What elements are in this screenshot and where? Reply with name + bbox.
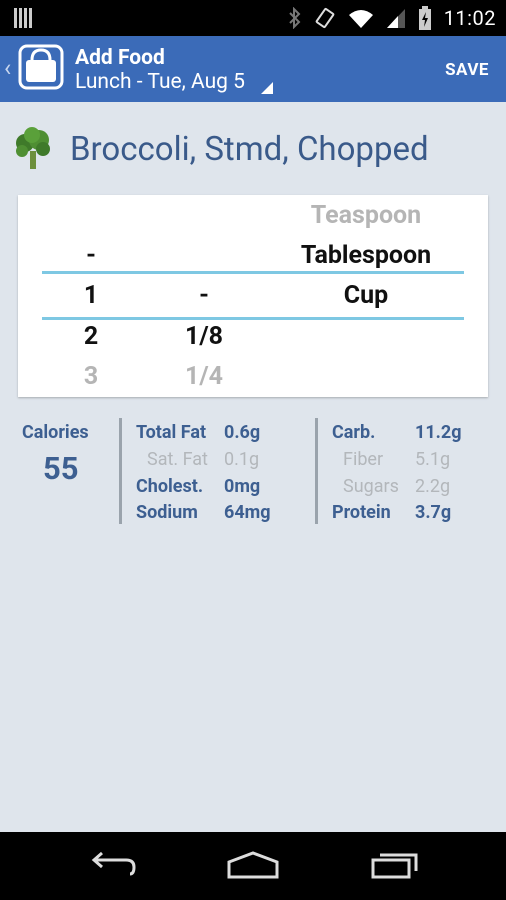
whole-number-option[interactable]: 3 <box>66 362 116 391</box>
whole-number-selected[interactable]: 1 <box>66 281 116 310</box>
column-divider <box>119 418 122 524</box>
wifi-icon <box>348 10 373 28</box>
status-bar: 11:02 <box>0 0 506 36</box>
total-fat-label: Total Fat <box>136 422 207 443</box>
fraction-selected[interactable]: - <box>174 281 234 310</box>
whole-number-option[interactable]: - <box>66 241 116 270</box>
notification-icon <box>14 8 32 28</box>
navigation-bar <box>0 832 506 900</box>
protein-label: Protein <box>332 502 391 523</box>
broccoli-icon <box>16 127 50 169</box>
bluetooth-icon <box>288 7 301 29</box>
meal-date-selector[interactable]: Lunch - Tue, Aug 5 <box>75 70 245 94</box>
total-fat-value: 0.6g <box>224 422 261 443</box>
clock: 11:02 <box>443 6 496 30</box>
calories-value: 55 <box>43 450 79 487</box>
calories-label: Calories <box>22 422 89 443</box>
battery-icon <box>418 6 431 30</box>
fraction-option[interactable]: 1/4 <box>174 362 234 391</box>
sat-fat-label: Sat. Fat <box>147 449 208 470</box>
serving-size-picker[interactable]: - 1 2 3 - 1/8 1/4 Teaspoon Tablespoon Cu… <box>18 195 488 397</box>
scale-app-icon[interactable] <box>18 44 64 90</box>
protein-value: 3.7g <box>415 502 452 523</box>
whole-number-option[interactable]: 2 <box>66 322 116 351</box>
cholesterol-label: Cholest. <box>136 476 204 497</box>
signal-icon <box>386 9 405 28</box>
cholesterol-value: 0mg <box>224 476 261 497</box>
selection-divider-bottom <box>42 317 464 320</box>
food-name: Broccoli, Stmd, Chopped <box>70 129 429 169</box>
action-bar: ‹ Add Food Lunch - Tue, Aug 5 SAVE <box>0 36 506 102</box>
recent-apps-icon[interactable] <box>370 850 420 880</box>
selection-divider-top <box>42 271 464 274</box>
column-divider <box>315 418 318 524</box>
food-header: Broccoli, Stmd, Chopped <box>14 125 429 173</box>
sugars-value: 2.2g <box>415 476 451 497</box>
sugars-label: Sugars <box>343 476 399 497</box>
fraction-option[interactable]: 1/8 <box>174 322 234 351</box>
dropdown-caret-icon[interactable] <box>261 82 273 94</box>
unit-option[interactable]: Tablespoon <box>276 241 456 270</box>
save-button[interactable]: SAVE <box>445 60 489 80</box>
fiber-value: 5.1g <box>415 449 451 470</box>
back-chevron-icon[interactable]: ‹ <box>4 54 11 82</box>
page-title: Add Food <box>75 46 165 70</box>
carb-label: Carb. <box>332 422 376 443</box>
sodium-value: 64mg <box>224 502 271 523</box>
sodium-label: Sodium <box>136 502 198 523</box>
carb-value: 11.2g <box>415 422 462 443</box>
sat-fat-value: 0.1g <box>224 449 260 470</box>
vibrate-icon <box>315 7 334 29</box>
home-icon[interactable] <box>226 850 280 880</box>
unit-option[interactable]: Teaspoon <box>276 201 456 230</box>
back-icon[interactable] <box>86 850 138 880</box>
unit-selected[interactable]: Cup <box>276 281 456 310</box>
fiber-label: Fiber <box>343 449 384 470</box>
